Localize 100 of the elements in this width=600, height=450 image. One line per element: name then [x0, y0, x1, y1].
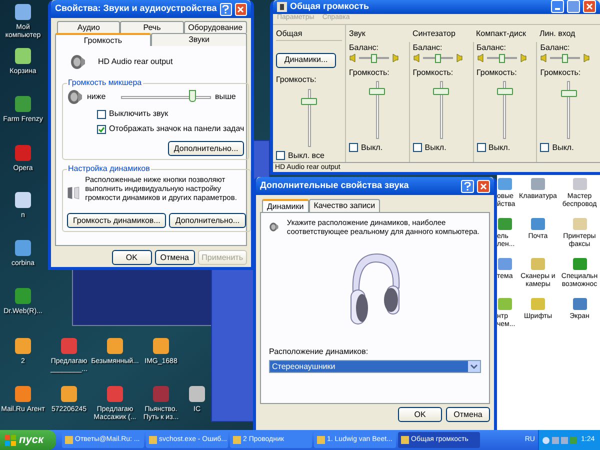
- slider-thumb[interactable]: [301, 98, 317, 105]
- control-panel-icon[interactable]: [572, 296, 588, 312]
- close-button[interactable]: [234, 2, 247, 16]
- maximize-button[interactable]: [567, 0, 580, 14]
- slider-thumb[interactable]: [496, 88, 513, 96]
- checkbox-box[interactable]: [97, 110, 106, 118]
- control-panel-icon[interactable]: [497, 296, 513, 312]
- checkbox[interactable]: Отображать значок на панели задач: [97, 123, 244, 135]
- balance-slider[interactable]: [550, 54, 580, 62]
- volume-slider[interactable]: [496, 80, 513, 138]
- slider-thumb[interactable]: [434, 54, 441, 62]
- desktop-shortcut-icon[interactable]: [13, 94, 33, 114]
- balance-slider[interactable]: [359, 54, 389, 62]
- control-panel-icon[interactable]: [497, 176, 513, 192]
- checkbox-box[interactable]: [476, 143, 486, 152]
- close-button[interactable]: [583, 0, 596, 14]
- speaker-icon: [582, 54, 590, 62]
- help-icon: [464, 182, 471, 190]
- dialog-button[interactable]: OK: [112, 250, 152, 265]
- control-panel-icon[interactable]: [530, 296, 546, 312]
- select-label: Расположение динамиков:: [269, 346, 370, 358]
- desktop-shortcut-icon[interactable]: [151, 336, 171, 356]
- slider-thumb[interactable]: [433, 88, 450, 96]
- balance-label: Баланс:: [476, 42, 507, 54]
- checkbox-box[interactable]: [349, 143, 358, 152]
- settings-button[interactable]: Громкость динамиков...: [67, 213, 166, 228]
- desktop-shortcut-icon[interactable]: [59, 384, 79, 404]
- control-panel-icon[interactable]: [497, 256, 513, 272]
- balance-label: Баланс:: [349, 42, 380, 54]
- dialog-button[interactable]: OK: [398, 407, 442, 422]
- speaker-icon: [70, 54, 86, 70]
- checkbox[interactable]: Выкл.: [412, 142, 470, 154]
- close-button[interactable]: [477, 180, 490, 192]
- speaker-icon: [391, 54, 399, 62]
- speaker-icon: [518, 54, 526, 62]
- desktop-shortcut-icon[interactable]: [187, 384, 207, 404]
- speaker-icon: [412, 54, 421, 62]
- tab[interactable]: Качество записи: [308, 199, 380, 212]
- control-panel-icon[interactable]: [530, 176, 546, 192]
- slider-thumb[interactable]: [498, 54, 504, 62]
- balance-label: Баланс:: [540, 42, 571, 54]
- volume-slider[interactable]: [301, 88, 317, 146]
- checkbox[interactable]: Выкл.: [476, 142, 534, 154]
- balance-slider[interactable]: [486, 54, 516, 62]
- checkbox-box[interactable]: [97, 124, 106, 134]
- minimize-button[interactable]: [551, 0, 564, 14]
- tab[interactable]: Динамики: [262, 199, 309, 212]
- desktop-shortcut-icon[interactable]: [13, 2, 33, 22]
- volume-slider[interactable]: [433, 80, 450, 138]
- tab[interactable]: Громкость: [55, 33, 151, 46]
- dialog-button[interactable]: Отмена: [154, 250, 195, 265]
- control-panel-icon[interactable]: [572, 256, 588, 272]
- volume-label: Громкость:: [540, 66, 582, 78]
- help-button[interactable]: [461, 180, 474, 192]
- close-icon: [586, 3, 593, 10]
- speaker-icon: [67, 89, 83, 105]
- volume-slider[interactable]: [121, 90, 211, 104]
- volume-slider[interactable]: [560, 80, 577, 138]
- speaker-icon: [277, 2, 287, 12]
- desktop-shortcut-icon[interactable]: [13, 190, 33, 210]
- help-button[interactable]: [220, 2, 232, 16]
- speaker-icon: [349, 54, 357, 62]
- advanced-button[interactable]: Дополнительно...: [168, 141, 244, 156]
- desktop-shortcut-icon[interactable]: [13, 46, 33, 66]
- control-panel-icon[interactable]: [530, 256, 546, 272]
- tab[interactable]: Речь: [120, 21, 184, 33]
- volume-label: Громкость:: [276, 74, 318, 86]
- speakers-button[interactable]: Динамики...: [276, 52, 336, 68]
- control-panel-icon[interactable]: [530, 216, 546, 232]
- channel-name: Компакт-диск: [475, 28, 527, 40]
- checkbox[interactable]: Выключить звук: [97, 108, 244, 120]
- speaker-icon: [454, 54, 463, 62]
- checkbox-box[interactable]: [412, 143, 422, 152]
- slider-thumb[interactable]: [369, 88, 386, 96]
- speaker-icon: [476, 54, 484, 62]
- channel-name: Синтезатор: [412, 28, 456, 40]
- balance-slider[interactable]: [422, 54, 453, 62]
- checkbox[interactable]: Выкл.: [540, 142, 597, 154]
- checkbox-box[interactable]: [276, 151, 285, 160]
- checkbox-box[interactable]: [540, 143, 550, 152]
- slider-thumb[interactable]: [562, 54, 568, 62]
- speaker-setup-dropdown[interactable]: Стереонаушники: [269, 360, 481, 373]
- close-icon: [480, 182, 487, 190]
- volume-label: Громкость:: [476, 66, 518, 78]
- volume-slider[interactable]: [369, 80, 386, 138]
- desktop-shortcut-icon[interactable]: [13, 336, 33, 356]
- checkbox[interactable]: Выкл.: [349, 142, 406, 154]
- dialog-button[interactable]: Отмена: [446, 407, 490, 422]
- checkbox[interactable]: Выкл. все: [276, 150, 342, 162]
- desktop-shortcut-icon[interactable]: [105, 336, 125, 356]
- tab[interactable]: Звуки: [151, 33, 247, 46]
- slider-thumb[interactable]: [189, 90, 196, 102]
- settings-button[interactable]: Дополнительно...: [169, 213, 246, 228]
- slider-thumb[interactable]: [371, 54, 377, 62]
- control-panel-icon[interactable]: [497, 216, 513, 232]
- tab[interactable]: Оборудование: [184, 21, 247, 33]
- desktop-shortcut-icon[interactable]: [13, 384, 33, 404]
- tab[interactable]: Аудио: [57, 21, 120, 33]
- desktop-shortcut-icon[interactable]: [13, 238, 33, 258]
- slider-thumb[interactable]: [560, 90, 577, 97]
